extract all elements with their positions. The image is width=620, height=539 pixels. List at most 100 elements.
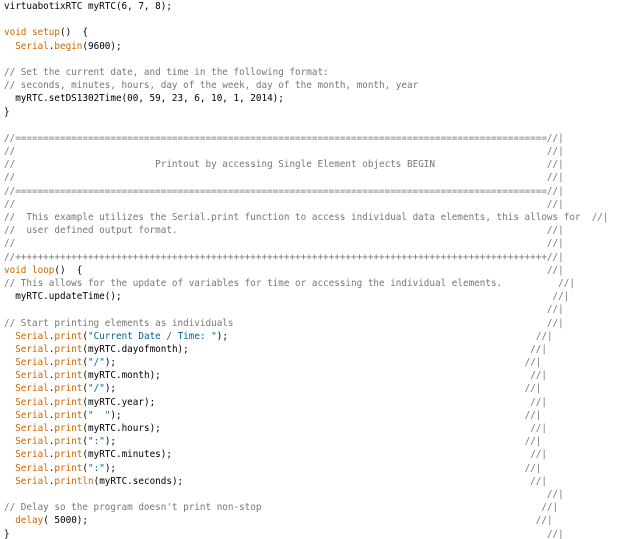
code-line: Serial.begin(9600);: [4, 40, 616, 53]
code-comment: //|: [160, 423, 547, 434]
code-line: Serial.print(" "); //|: [4, 409, 616, 422]
code-string: "Current Date / Time: ": [88, 330, 217, 342]
code-keyword: Serial: [15, 423, 49, 434]
code-comment: //|: [116, 357, 542, 369]
code-comment: //|: [121, 291, 570, 303]
code-keyword: Serial: [15, 436, 49, 448]
code-comment: //======================================…: [4, 132, 564, 144]
code-line: void loop() { //|: [4, 264, 616, 277]
code-editor[interactable]: virtuabotixRTC myRTC(6, 7, 8); void setu…: [4, 0, 616, 539]
code-line: // //|: [4, 171, 616, 184]
code-line: myRTC.setDS1302Time(00, 59, 23, 6, 10, 1…: [4, 92, 616, 105]
code-comment: //|: [9, 528, 564, 539]
code-line: Serial.print("/"); //|: [4, 382, 616, 395]
code-comment: //|: [183, 475, 547, 487]
code-comment: // //|: [4, 172, 564, 184]
code-line: myRTC.updateTime(); //|: [4, 290, 616, 303]
code-text: );: [104, 462, 117, 474]
code-line: //++++++++++++++++++++++++++++++++++++++…: [4, 251, 616, 264]
code-keyword: void: [4, 27, 27, 39]
code-comment: //|: [82, 264, 564, 276]
code-line: Serial.print(":"); //|: [4, 435, 616, 448]
code-line: // This example utilizes the Serial.prin…: [4, 211, 616, 224]
code-keyword: print: [54, 357, 83, 369]
code-line: delay( 5000); //|: [4, 514, 616, 527]
code-keyword: print: [54, 370, 83, 382]
code-keyword: print: [54, 409, 83, 421]
code-line: } //|: [4, 528, 616, 539]
code-keyword: print: [54, 462, 83, 474]
code-text: (myRTC.year);: [82, 396, 156, 408]
code-keyword: Serial: [15, 357, 49, 369]
code-keyword: Serial: [15, 409, 49, 421]
code-comment: //|: [116, 383, 542, 395]
code-comment: //|: [188, 343, 547, 355]
code-text: (myRTC.seconds);: [93, 475, 184, 487]
code-line: // //|: [4, 145, 616, 158]
code-text: );: [104, 357, 117, 369]
code-line: // //|: [4, 198, 616, 211]
code-keyword: print: [54, 449, 83, 461]
code-comment: //|: [171, 449, 547, 461]
code-text: );: [104, 383, 117, 395]
code-comment: //|: [116, 436, 542, 448]
code-text: () {: [54, 264, 83, 276]
code-line: // Set the current date, and time in the…: [4, 66, 616, 79]
code-text: (myRTC.hours);: [82, 423, 161, 434]
code-keyword: Serial: [15, 330, 49, 342]
code-keyword: print: [54, 423, 83, 434]
code-comment: // //|: [4, 146, 564, 158]
code-comment: //|: [4, 304, 564, 316]
code-string: "/": [88, 357, 105, 369]
code-keyword: begin: [54, 40, 83, 52]
code-line: // //|: [4, 237, 616, 250]
code-keyword: delay: [15, 515, 44, 527]
code-comment: //|: [227, 330, 553, 342]
code-comment: // //|: [4, 198, 564, 210]
code-comment: // Start printing elements as individual…: [4, 317, 564, 329]
code-line: // Start printing elements as individual…: [4, 317, 616, 330]
code-comment: // Printout by accessing Single Element …: [4, 159, 564, 171]
code-text: (myRTC.month);: [82, 370, 161, 382]
code-line: // seconds, minutes, hours, day of the w…: [4, 79, 616, 92]
code-string: "/": [88, 383, 105, 395]
code-keyword: print: [54, 436, 83, 448]
code-keyword: setup: [32, 27, 60, 39]
code-string: ":": [88, 436, 105, 448]
code-comment: // user defined output format. //|: [4, 225, 564, 237]
code-text: );: [216, 330, 228, 342]
code-line: //======================================…: [4, 185, 616, 198]
code-line: Serial.print(myRTC.month); //|: [4, 369, 616, 382]
code-line: //======================================…: [4, 132, 616, 145]
code-keyword: Serial: [15, 475, 49, 487]
code-line: Serial.print(myRTC.dayofmonth); //|: [4, 343, 616, 356]
code-keyword: print: [54, 383, 83, 395]
code-line: Serial.println(myRTC.seconds); //|: [4, 475, 616, 488]
code-line: void setup() {: [4, 26, 616, 39]
code-comment: //|: [155, 396, 547, 408]
code-keyword: void: [4, 264, 27, 276]
code-line: // Delay so the program doesn't print no…: [4, 501, 616, 514]
code-line: // Printout by accessing Single Element …: [4, 158, 616, 171]
code-line: // This allows for the update of variabl…: [4, 277, 616, 290]
code-comment: // seconds, minutes, hours, day of the w…: [4, 80, 419, 92]
code-comment: //|: [116, 462, 542, 474]
code-keyword: println: [54, 475, 94, 487]
code-text: );: [110, 409, 122, 421]
code-comment: //|: [121, 409, 542, 421]
code-line: virtuabotixRTC myRTC(6, 7, 8);: [4, 0, 616, 13]
code-text: }: [4, 106, 10, 118]
code-text: ( 5000);: [43, 515, 88, 527]
code-line: Serial.print("/"); //|: [4, 356, 616, 369]
